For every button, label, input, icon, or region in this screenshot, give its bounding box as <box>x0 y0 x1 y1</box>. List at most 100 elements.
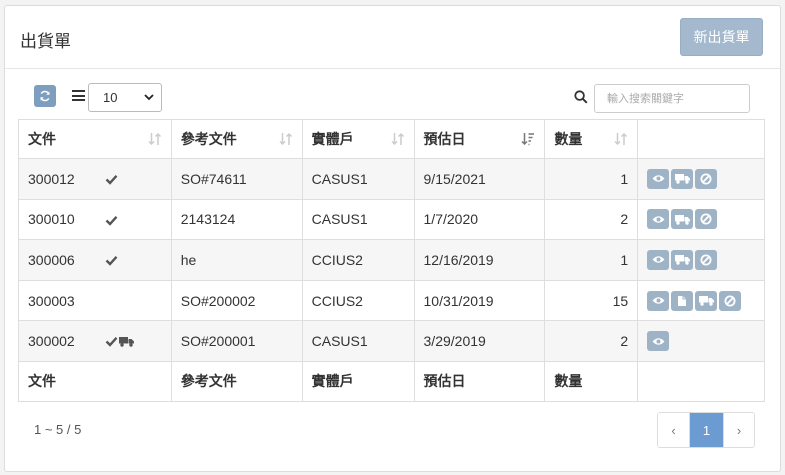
shipment-table: 文件 參考文件 實體戶 預估日 數量 300012 SO#74611 CASUS… <box>18 119 765 402</box>
table-row[interactable]: 300003 SO#200002 CCIUS2 10/31/2019 15 <box>18 279 765 322</box>
table-row[interactable]: 300010 2143124 CASUS1 1/7/2020 2 <box>18 198 765 241</box>
cell-date: 3/29/2019 <box>413 320 546 362</box>
sort-icon <box>148 132 161 146</box>
column-header-entity[interactable]: 實體戶 <box>301 119 415 159</box>
sort-icon <box>390 132 404 146</box>
cell-doc[interactable]: 300010 <box>18 198 172 241</box>
cell-qty: 1 <box>544 239 639 281</box>
chevron-down-icon <box>144 94 154 101</box>
eye-action-button[interactable] <box>647 331 670 352</box>
eye-icon <box>652 255 665 264</box>
page-1-button[interactable]: 1 <box>689 413 723 447</box>
prev-page-button[interactable]: ‹ <box>658 413 689 447</box>
cell-entity: CASUS1 <box>301 198 415 241</box>
cell-ref: 2143124 <box>170 198 303 241</box>
ban-icon <box>700 173 712 185</box>
cell-qty: 15 <box>544 279 639 322</box>
cell-ref: SO#200002 <box>170 279 303 322</box>
pagination: ‹ 1 › <box>657 412 755 448</box>
ban-action-button[interactable] <box>695 209 718 230</box>
cell-qty: 2 <box>544 198 639 241</box>
status-flags <box>105 334 134 350</box>
next-page-button[interactable]: › <box>723 413 754 447</box>
footer-ref: 參考文件 <box>170 360 303 402</box>
refresh-button[interactable] <box>34 85 56 107</box>
pagination-summary: 1 ~ 5 / 5 <box>34 422 82 437</box>
footer-date: 預估日 <box>413 360 546 402</box>
page-size-select[interactable]: 10 <box>88 83 162 112</box>
cell-ref: SO#200001 <box>170 320 303 362</box>
truck-action-button[interactable] <box>671 249 694 270</box>
table-row[interactable]: 300012 SO#74611 CASUS1 9/15/2021 1 <box>18 158 765 200</box>
truck-icon <box>674 254 690 266</box>
eye-action-button[interactable] <box>647 168 670 189</box>
column-header-ref[interactable]: 參考文件 <box>170 119 303 159</box>
cell-actions <box>637 279 765 322</box>
refresh-icon <box>40 90 50 102</box>
cell-entity: CASUS1 <box>301 158 415 200</box>
cell-ref: he <box>170 239 303 281</box>
cell-actions <box>637 198 765 241</box>
eye-icon <box>652 337 665 346</box>
ban-action-button[interactable] <box>695 249 718 270</box>
cell-doc[interactable]: 300012 <box>18 158 172 200</box>
copy-action-button[interactable] <box>671 290 694 311</box>
cell-actions <box>637 239 765 281</box>
status-flags <box>105 213 118 229</box>
cell-date: 1/7/2020 <box>413 198 546 241</box>
cell-entity: CASUS1 <box>301 320 415 362</box>
cell-actions <box>637 158 765 200</box>
footer-entity: 實體戶 <box>301 360 415 402</box>
column-header-qty[interactable]: 數量 <box>544 119 639 159</box>
footer-actions <box>637 360 765 402</box>
status-flags <box>105 253 118 269</box>
table-row[interactable]: 300002 SO#200001 CASUS1 3/29/2019 2 <box>18 320 765 362</box>
ban-icon <box>700 213 712 225</box>
cell-entity: CCIUS2 <box>301 239 415 281</box>
column-header-date[interactable]: 預估日 <box>413 119 546 159</box>
sort-icon <box>614 132 628 146</box>
cell-date: 9/15/2021 <box>413 158 546 200</box>
page-size-value: 10 <box>103 90 118 105</box>
ban-icon <box>700 254 712 266</box>
cell-qty: 1 <box>544 158 639 200</box>
eye-icon <box>652 215 665 224</box>
table-footer-row: 文件 參考文件 實體戶 預估日 數量 <box>18 360 765 402</box>
sort-desc-icon <box>521 133 535 146</box>
ban-icon <box>724 295 736 307</box>
table-row[interactable]: 300006 he CCIUS2 12/16/2019 1 <box>18 239 765 281</box>
eye-icon <box>652 296 665 305</box>
cell-date: 12/16/2019 <box>413 239 546 281</box>
check-icon <box>105 172 118 188</box>
truck-icon <box>119 334 134 350</box>
column-header-actions <box>637 119 765 159</box>
cell-doc[interactable]: 300003 <box>18 279 172 322</box>
new-shipment-button[interactable]: 新出貨單 <box>680 18 763 56</box>
search-input[interactable] <box>594 84 750 113</box>
ban-action-button[interactable] <box>719 290 742 311</box>
ban-action-button[interactable] <box>695 168 718 189</box>
status-flags <box>105 172 118 188</box>
cell-actions <box>637 320 765 362</box>
truck-action-button[interactable] <box>671 168 694 189</box>
eye-icon <box>652 174 665 183</box>
cell-date: 10/31/2019 <box>413 279 546 322</box>
eye-action-button[interactable] <box>647 249 670 270</box>
truck-icon <box>674 214 690 225</box>
truck-action-button[interactable] <box>671 209 694 230</box>
page-title: 出貨單 <box>20 32 71 51</box>
cell-ref: SO#74611 <box>170 158 303 200</box>
cell-entity: CCIUS2 <box>301 279 415 322</box>
shipment-panel: 出貨單 新出貨單 10 輸入搜索關鍵字 文件 參考文件 實體戶 預估日 數量 3… <box>4 5 781 472</box>
truck-action-button[interactable] <box>695 290 718 311</box>
check-icon <box>105 213 118 229</box>
cell-doc[interactable]: 300006 <box>18 239 172 281</box>
cell-doc[interactable]: 300002 <box>18 320 172 362</box>
eye-action-button[interactable] <box>647 209 670 230</box>
eye-action-button[interactable] <box>647 290 670 311</box>
list-icon <box>72 90 85 101</box>
panel-header: 出貨單 新出貨單 <box>5 6 780 69</box>
check-icon <box>105 334 118 350</box>
column-header-doc[interactable]: 文件 <box>18 119 172 159</box>
copy-icon <box>677 295 688 307</box>
